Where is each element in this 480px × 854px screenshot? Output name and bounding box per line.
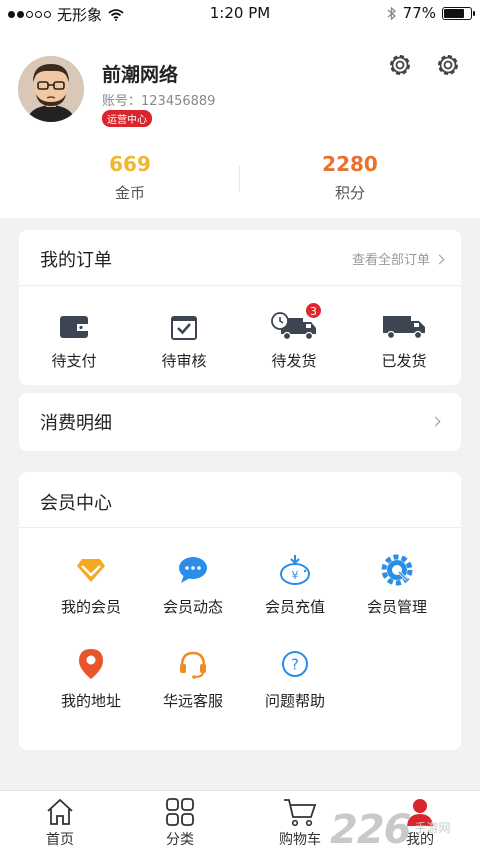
tab-category[interactable]: 分类 <box>120 797 240 849</box>
order-pending-shipment[interactable]: 3 待发货 <box>239 302 349 371</box>
member-item-label: 会员管理 <box>366 598 427 616</box>
pending-shipment-count-badge: 3 <box>305 302 322 319</box>
diamond-icon <box>77 559 105 582</box>
bluetooth-icon <box>387 6 396 20</box>
watermark-digits: 226 <box>330 807 411 853</box>
battery-icon <box>442 6 475 20</box>
location-pin-icon <box>79 649 103 679</box>
home-icon <box>47 798 73 825</box>
watermark-logo: 226 手游网 <box>330 810 451 850</box>
status-bar: 无形象 1:20 PM 77% <box>0 0 480 26</box>
checklist-icon <box>171 316 197 340</box>
member-news[interactable]: 会员动态 <box>143 554 243 617</box>
my-membership[interactable]: 我的会员 <box>41 554 141 617</box>
svg-text:¥: ¥ <box>292 569 299 582</box>
order-item-label: 待支付 <box>51 352 97 370</box>
role-badge: 运营中心 <box>102 110 152 127</box>
user-name: 前潮网络 <box>102 64 179 86</box>
watermark-text: 手游网 <box>414 821 451 835</box>
order-item-label: 待发货 <box>271 352 317 370</box>
divider <box>19 285 461 286</box>
tab-home[interactable]: 首页 <box>0 797 120 849</box>
order-item-label: 待审核 <box>161 352 207 370</box>
orders-card: 我的订单 查看全部订单 待支付 待审核 3 待发货 已发货 <box>19 230 461 385</box>
divider <box>19 527 461 528</box>
my-address[interactable]: 我的地址 <box>41 648 141 711</box>
customer-service[interactable]: 华远客服 <box>143 648 243 711</box>
gear-wrench-icon <box>381 554 413 586</box>
view-all-orders-link[interactable]: 查看全部订单 <box>351 249 445 268</box>
help-center[interactable]: ? 问题帮助 <box>245 648 345 711</box>
piggy-bank-icon: ¥ <box>280 555 310 585</box>
member-item-label: 我的地址 <box>60 692 121 710</box>
points-stat[interactable]: 2280 积分 <box>230 152 470 203</box>
points-value: 2280 <box>322 152 378 176</box>
account-number: 账号：123456889 <box>102 94 216 109</box>
order-item-label: 已发货 <box>381 352 427 370</box>
consumption-title: 消费明细 <box>40 413 112 434</box>
order-pending-review[interactable]: 待审核 <box>129 312 239 371</box>
member-item-label: 会员充值 <box>264 598 325 616</box>
help-circle-icon: ? <box>282 651 308 677</box>
truck-icon <box>383 316 425 340</box>
chevron-right-icon <box>430 416 441 427</box>
order-pending-payment[interactable]: 待支付 <box>19 312 129 371</box>
chat-bubble-icon <box>179 557 207 583</box>
member-item-label: 会员动态 <box>162 598 223 616</box>
wallet-icon <box>60 316 88 338</box>
tab-label: 首页 <box>46 832 74 848</box>
member-item-label: 华远客服 <box>162 692 223 710</box>
points-label: 积分 <box>334 184 365 202</box>
cart-icon <box>284 799 317 827</box>
view-all-orders-label: 查看全部订单 <box>351 253 430 268</box>
coins-stat[interactable]: 669 金币 <box>10 152 250 203</box>
settings-gear-icon[interactable] <box>386 51 414 79</box>
coins-value: 669 <box>109 152 151 176</box>
svg-text:?: ? <box>291 656 299 674</box>
consumption-details-row[interactable]: 消费明细 <box>19 393 461 451</box>
headset-icon <box>180 651 206 679</box>
tab-label: 分类 <box>166 832 194 848</box>
order-shipped[interactable]: 已发货 <box>349 312 459 371</box>
grid-icon <box>166 798 194 826</box>
avatar[interactable] <box>18 56 84 122</box>
battery-percent: 77% <box>402 4 436 22</box>
member-item-label: 问题帮助 <box>264 692 325 710</box>
member-title: 会员中心 <box>40 493 112 514</box>
profile-header: 前潮网络 账号：123456889 运营中心 669 金币 2280 积分 <box>0 26 480 218</box>
coins-label: 金币 <box>114 184 145 202</box>
orders-title: 我的订单 <box>40 250 112 271</box>
member-item-label: 我的会员 <box>60 598 121 616</box>
member-center-card: 会员中心 我的会员 会员动态 ¥ 会员充值 会员管理 我的地址 华远客服 ? 问… <box>19 472 461 750</box>
member-recharge[interactable]: ¥ 会员充值 <box>245 554 345 617</box>
member-management[interactable]: 会员管理 <box>347 554 447 617</box>
chevron-right-icon <box>434 254 445 265</box>
settings-gear-icon-2[interactable] <box>434 51 462 79</box>
stats-divider <box>239 166 240 192</box>
